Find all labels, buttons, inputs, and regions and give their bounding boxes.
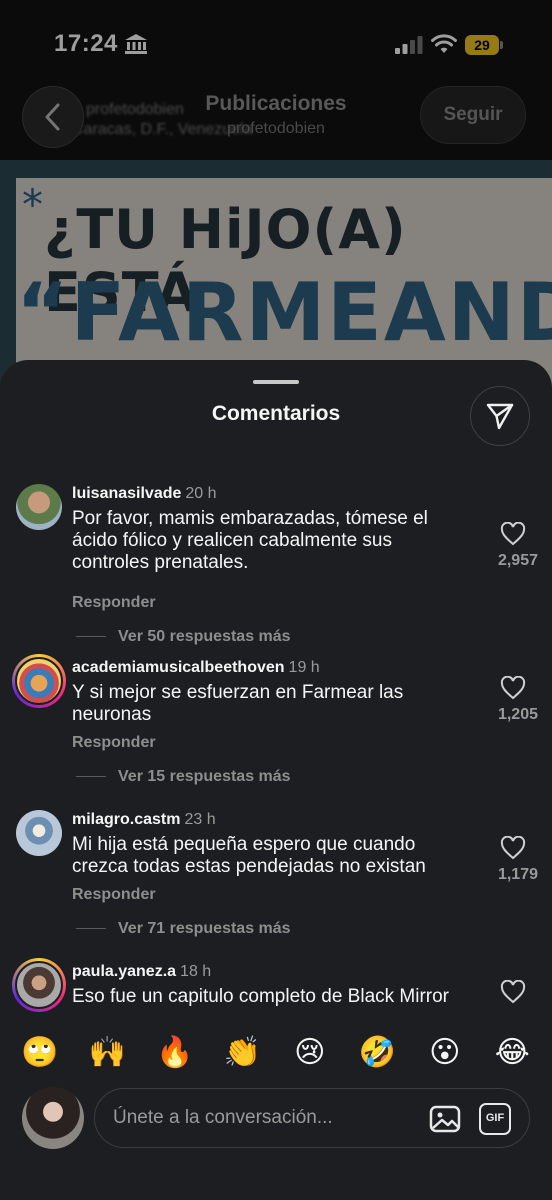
view-more-replies[interactable]: Ver 71 respuestas más bbox=[76, 920, 291, 938]
emoji-eye-roll[interactable]: 🙄 bbox=[18, 1031, 62, 1075]
reply-button[interactable]: Responder bbox=[72, 886, 156, 904]
sheet-drag-handle[interactable] bbox=[253, 380, 299, 384]
emoji-surprised[interactable]: 😮 bbox=[423, 1031, 467, 1075]
comment-text: Por favor, mamis embarazadas, tómese el … bbox=[72, 508, 428, 573]
comment-input-placeholder: Únete a la conversación... bbox=[113, 1107, 333, 1128]
view-more-replies-label: Ver 71 respuestas más bbox=[118, 920, 291, 937]
reply-button[interactable]: Responder bbox=[72, 734, 156, 752]
comment-text: Mi hija está pequeña espero que cuando c… bbox=[72, 834, 426, 877]
reply-button[interactable]: Responder bbox=[72, 594, 156, 612]
overlay-dim bbox=[0, 0, 552, 400]
like-count: 1,179 bbox=[497, 866, 538, 883]
avatar[interactable] bbox=[16, 484, 62, 530]
emoji-joy[interactable]: 😂 bbox=[490, 1031, 534, 1075]
like-count: 1,205 bbox=[497, 706, 538, 723]
heart-icon[interactable] bbox=[500, 676, 526, 700]
comment-username[interactable]: luisanasilvade bbox=[72, 485, 181, 502]
like-count: 2,957 bbox=[497, 552, 538, 569]
avatar bbox=[15, 657, 63, 705]
comment-time: 20 h bbox=[185, 485, 217, 502]
comment-time: 19 h bbox=[288, 659, 320, 676]
send-icon bbox=[486, 403, 514, 430]
avatar[interactable] bbox=[16, 810, 62, 856]
share-button[interactable] bbox=[470, 386, 530, 446]
heart-icon[interactable] bbox=[500, 522, 526, 546]
view-more-replies-label: Ver 50 respuestas más bbox=[118, 628, 291, 645]
comment-text: Eso fue un capitulo completo de Black Mi… bbox=[72, 986, 450, 1007]
emoji-clapping[interactable]: 👏 bbox=[220, 1031, 264, 1075]
emoji-raised-hands[interactable]: 🙌 bbox=[85, 1031, 129, 1075]
image-icon[interactable] bbox=[429, 1103, 461, 1135]
avatar-story-ring[interactable] bbox=[12, 958, 66, 1012]
view-more-replies[interactable]: Ver 50 respuestas más bbox=[76, 628, 291, 646]
emoji-fire[interactable]: 🔥 bbox=[153, 1031, 197, 1075]
comments-sheet: Comentarios luisanasilvade 20 h Por favor… bbox=[0, 360, 552, 1200]
view-more-replies-label: Ver 15 respuestas más bbox=[118, 768, 291, 785]
comment-text: Y si mejor se esfuerzan en Farmear las n… bbox=[72, 682, 404, 725]
comment-composer: Únete a la conversación... GIF bbox=[0, 1080, 552, 1200]
avatar-story-ring[interactable] bbox=[12, 654, 66, 708]
current-user-avatar bbox=[22, 1087, 84, 1149]
comment-time: 18 h bbox=[180, 963, 212, 980]
heart-icon[interactable] bbox=[500, 980, 526, 1004]
emoji-reaction-bar: 🙄 🙌 🔥 👏 😢 🤣 😮 😂 bbox=[0, 1018, 552, 1088]
comment-input[interactable]: Únete a la conversación... GIF bbox=[94, 1088, 530, 1148]
avatar bbox=[15, 961, 63, 1009]
comment-username[interactable]: milagro.castm bbox=[72, 811, 180, 828]
comment-username[interactable]: academiamusicalbeethoven bbox=[72, 659, 285, 676]
comments-list[interactable]: luisanasilvade 20 h Por favor, mamis emba… bbox=[0, 470, 552, 1018]
view-more-replies[interactable]: Ver 15 respuestas más bbox=[76, 768, 291, 786]
emoji-rofl[interactable]: 🤣 bbox=[355, 1031, 399, 1075]
emoji-crying[interactable]: 😢 bbox=[288, 1031, 332, 1075]
comment-time: 23 h bbox=[184, 811, 216, 828]
heart-icon[interactable] bbox=[500, 836, 526, 860]
comment-username[interactable]: paula.yanez.a bbox=[72, 963, 176, 980]
gif-icon[interactable]: GIF bbox=[479, 1103, 511, 1135]
